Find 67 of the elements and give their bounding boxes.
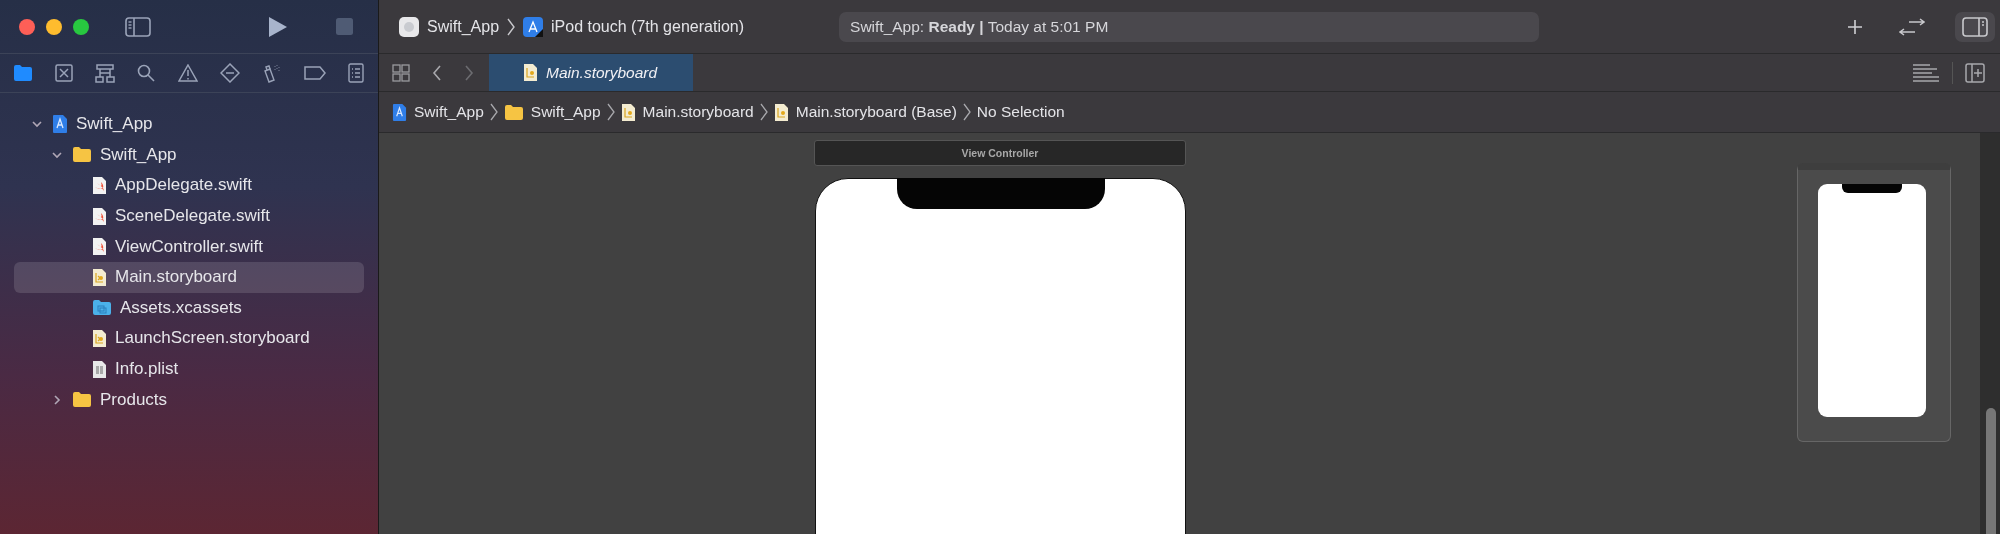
breadcrumb-item[interactable]: Swift_App <box>392 102 484 122</box>
storyboard-file-icon <box>620 102 636 122</box>
asset-folder-icon <box>92 299 112 317</box>
close-button[interactable] <box>19 18 35 35</box>
file-item[interactable]: Info.plist <box>14 353 364 385</box>
swift-file-icon <box>92 176 107 195</box>
breadcrumb-item[interactable]: Swift_App <box>503 103 601 121</box>
sidebar-right-icon <box>1962 16 1989 37</box>
breadcrumb-item[interactable]: No Selection <box>976 103 1065 121</box>
storyboard-file-icon <box>523 63 538 82</box>
diamond-icon[interactable] <box>219 63 240 83</box>
file-item[interactable]: Main.storyboard <box>14 261 364 293</box>
breadcrumb-item[interactable]: Main.storyboard (Base) <box>773 102 957 122</box>
device-selector[interactable]: iPod touch (7th generation) <box>551 17 745 36</box>
grid-icon[interactable] <box>392 63 410 82</box>
scene-title-bar[interactable]: View Controller <box>814 140 1186 166</box>
zoom-button[interactable] <box>73 18 89 35</box>
minimize-button[interactable] <box>46 18 62 35</box>
storyboard-file-icon <box>92 267 107 287</box>
lines-icon[interactable] <box>1912 62 1940 83</box>
search-icon[interactable] <box>137 64 156 82</box>
chevron-icon <box>606 103 615 121</box>
file-item[interactable]: ViewController.swift <box>14 231 364 262</box>
file-item[interactable]: AppDelegate.swift <box>14 170 364 201</box>
file-item[interactable]: LaunchScreen.storyboard <box>14 323 364 354</box>
chevron-icon <box>507 17 516 36</box>
swift-file-icon <box>92 237 107 257</box>
chevron-icon <box>489 103 498 121</box>
storyboard-file-icon <box>92 328 107 348</box>
disclosure-icon[interactable] <box>51 393 63 406</box>
editor-tab[interactable]: Main.storyboard <box>489 54 693 91</box>
chevron-icon <box>962 103 971 121</box>
sidebar-toggle-icon[interactable] <box>125 16 151 37</box>
warning-icon[interactable] <box>177 64 198 82</box>
folder-icon[interactable] <box>13 64 33 82</box>
minimap[interactable] <box>1797 163 1951 442</box>
scheme-selector[interactable]: Swift_App <box>427 17 500 36</box>
run-icon[interactable] <box>268 15 288 38</box>
project-icon <box>392 102 407 122</box>
chevron-icon <box>759 103 768 121</box>
inspector-toggle-button[interactable] <box>1955 11 1996 42</box>
plus-icon[interactable] <box>1847 18 1864 35</box>
file-item[interactable]: Assets.xcassets <box>14 292 364 324</box>
file-item[interactable]: Swift_App <box>14 139 364 171</box>
activity-status: Swift_App: Ready | Today at 5:01 PM <box>839 11 1540 42</box>
plist-file-icon <box>92 359 107 379</box>
hierarchy-icon[interactable] <box>95 63 116 83</box>
spray-icon[interactable] <box>261 63 282 83</box>
folder-icon <box>72 146 92 164</box>
project-icon <box>52 114 68 135</box>
list-icon[interactable] <box>348 63 364 83</box>
back-icon[interactable] <box>432 64 442 81</box>
file-item[interactable]: Swift_App <box>14 109 364 140</box>
tag-icon[interactable] <box>303 66 326 80</box>
file-item[interactable]: Products <box>14 384 364 415</box>
swap-arrows-icon[interactable] <box>1899 17 1926 36</box>
crossed-square-icon[interactable] <box>55 64 74 82</box>
folder-icon <box>72 391 92 409</box>
storyboard-file-icon <box>773 102 789 122</box>
app-icon[interactable] <box>399 16 419 37</box>
folder-icon <box>503 103 524 121</box>
add-editor-icon[interactable] <box>1965 62 1985 83</box>
device-icon[interactable] <box>523 16 544 37</box>
breadcrumb-item[interactable]: Main.storyboard <box>620 102 754 122</box>
scrollbar-thumb[interactable] <box>1986 408 1996 534</box>
file-item[interactable]: SceneDelegate.swift <box>14 200 364 232</box>
swift-file-icon <box>92 206 107 226</box>
